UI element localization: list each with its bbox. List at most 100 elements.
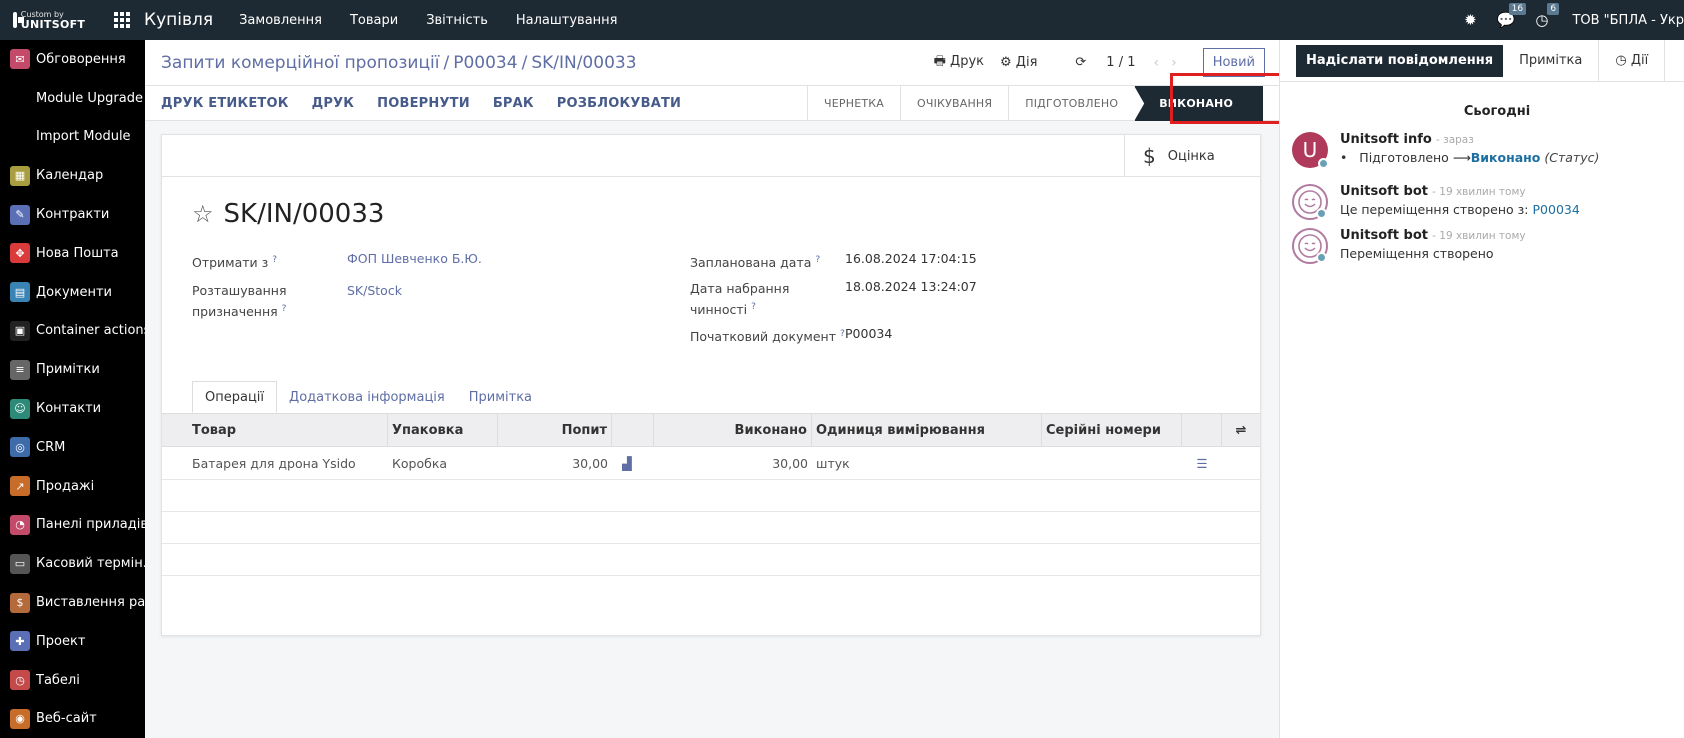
messages-icon[interactable]: 💬 16 [1497,3,1527,29]
message-author[interactable]: Unitsoft info [1340,132,1432,147]
col-done[interactable]: Виконано [654,414,812,446]
nova-poshta-icon: ✥ [10,243,30,264]
sidebar-item[interactable]: ▣ Container actions [0,312,145,351]
project-icon: ✚ [10,631,30,652]
unitsoft-logo[interactable]: Custom by UNITSOFT [12,0,86,40]
avatar[interactable]: U [1292,132,1329,169]
scrap-button[interactable]: БРАК [493,96,534,111]
apps-grid-icon[interactable] [114,12,130,28]
chat-icon: ✉ [10,49,30,70]
print-labels-button[interactable]: ДРУК ЕТИКЕТОК [161,96,289,111]
sidebar-item[interactable]: ✎ Контракти [0,195,145,234]
star-icon[interactable]: ☆ [192,200,214,228]
bot-avatar[interactable] [1292,184,1328,220]
sidebar-item[interactable]: ◷ Табелі [0,661,145,700]
col-package[interactable]: Упаковка [388,414,498,446]
col-demand[interactable]: Попит [498,414,612,446]
effective-date-value[interactable]: 18.08.2024 13:24:07 [845,279,977,294]
source-document-value[interactable]: P00034 [845,326,892,341]
scheduled-date-value[interactable]: 16.08.2024 17:04:15 [845,251,977,266]
send-message-button[interactable]: Надіслати повідомлення [1296,44,1504,77]
logo-icon [12,12,24,28]
notebook-tabs: Операції Додаткова інформація Примітка [192,381,544,413]
message-author[interactable]: Unitsoft bot [1340,184,1428,199]
print-button[interactable]: 🖶 Друк [934,52,984,74]
log-note-button[interactable]: Примітка [1503,40,1598,82]
stage-ready[interactable]: ПІДГОТОВЛЕНО [1008,86,1134,121]
message-author[interactable]: Unitsoft bot [1340,228,1428,243]
sidebar-item-label: Обговорення [36,51,126,67]
menu-reporting[interactable]: Звітність [426,13,488,28]
sidebar-item[interactable]: ✥ Нова Пошта [0,234,145,273]
help-icon: ? [751,302,756,312]
origin-link[interactable]: P00034 [1533,202,1580,217]
action-button[interactable]: ⚙ Дія [1000,55,1037,70]
pager-next-icon[interactable]: › [1171,55,1177,71]
stage-waiting[interactable]: ОЧІКУВАННЯ [900,86,1008,121]
sidebar-item[interactable]: ✉ Обговорення [0,40,145,79]
activities-label: Дії [1630,53,1649,68]
bot-avatar[interactable] [1292,228,1328,264]
activity-clock-icon[interactable]: ◷ 6 [1535,3,1560,29]
stage-draft[interactable]: ЧЕРНЕТКА [807,86,900,121]
sidebar-item[interactable]: ◉ Веб-сайт [0,700,145,738]
print-status-button[interactable]: ДРУК [312,96,355,111]
col-product[interactable]: Товар [162,414,388,446]
logo-line2: UNITSOFT [20,17,86,31]
status-bar: ДРУК ЕТИКЕТОК ДРУК ПОВЕРНУТИ БРАК РОЗБЛО… [145,86,1279,121]
col-uom[interactable]: Одиниця вимірювання [812,414,1042,446]
sidebar-item[interactable]: ≡ Примітки [0,350,145,389]
dashboard-icon: ◔ [10,514,30,535]
breadcrumb: Запити комерційної пропозиції / P00034/SK/… [161,52,637,73]
sidebar-item[interactable]: ✚ Проект [0,622,145,661]
forecast-chart-icon[interactable]: ▟ [612,447,654,479]
sidebar-item[interactable]: $ Виставлення ра... [0,583,145,622]
receive-from-value[interactable]: ФОП Шевченко Б.Ю. [347,251,482,266]
tab-additional-info[interactable]: Додаткова інформація [277,381,457,413]
invoicing-icon: $ [10,592,30,613]
tab-note[interactable]: Примітка [457,381,544,413]
breadcrumb-rfq[interactable]: Запити комерційної пропозиції [161,53,440,73]
sidebar-item-label: Import Module [36,129,131,145]
tab-operations[interactable]: Операції [192,381,278,413]
activities-button[interactable]: ◷ Дії [1598,39,1666,82]
sidebar-item[interactable]: ☺ Контакти [0,389,145,428]
unlock-button[interactable]: РОЗБЛОКУВАТИ [557,96,681,111]
cell-product: Батарея для дрона Ysido [192,455,356,471]
message-item: Unitsoft bot - 19 хвилин тому Переміщенн… [1292,228,1526,264]
app-title[interactable]: Купівля [144,10,213,30]
pager-prev-icon[interactable]: ‹ [1153,55,1159,71]
app-sidebar: ✉ Обговорення Module Upgrade Import Module ▦… [0,40,145,738]
message-item: Unitsoft bot - 19 хвилин тому Це переміщ… [1292,184,1580,220]
pager-value[interactable]: 1 / 1 [1106,55,1135,70]
bug-icon[interactable]: ✹ [1464,11,1477,29]
date-separator: Сьогодні [1463,104,1531,119]
sidebar-item[interactable]: ▤ Документи [0,273,145,312]
sidebar-item[interactable]: ◎ CRM [0,428,145,467]
company-switcher[interactable]: ТОВ "БПЛА - Укр [1572,13,1684,28]
sidebar-item[interactable]: ▦ Календар [0,156,145,195]
sidebar-item[interactable]: ◔ Панелі приладів [0,506,145,545]
menu-products[interactable]: Товари [350,13,398,28]
sidebar-item[interactable]: ▭ Касовий термін... [0,544,145,583]
sidebar-item-label: Контракти [36,207,110,223]
column-settings-icon[interactable]: ⇌ [1222,414,1260,446]
empty-row [162,480,1260,512]
sidebar-item-label: Веб-сайт [36,711,97,727]
refresh-icon[interactable]: ⟳ [1075,55,1086,70]
scheduled-date-label: Запланована дата ? [690,255,821,271]
menu-settings[interactable]: Налаштування [516,13,618,28]
details-list-icon[interactable]: ☰ [1182,447,1222,479]
valuation-button[interactable]: $ Оцінка [1124,135,1260,177]
col-serials[interactable]: Серійні номери [1042,414,1182,446]
menu-orders[interactable]: Замовлення [239,13,322,28]
return-button[interactable]: ПОВЕРНУТИ [377,96,470,111]
breadcrumb-order[interactable]: P00034 [453,53,517,73]
table-row[interactable]: Батарея для дрона Ysido Коробка 30,00 ▟ … [162,447,1260,480]
sidebar-item[interactable]: Import Module [0,118,145,157]
destination-value[interactable]: SK/Stock [347,283,402,298]
sidebar-item[interactable]: ↗ Продажі [0,467,145,506]
action-label: Дія [1015,55,1038,70]
col-details [1182,414,1222,446]
sidebar-item[interactable]: Module Upgrade [0,79,145,118]
